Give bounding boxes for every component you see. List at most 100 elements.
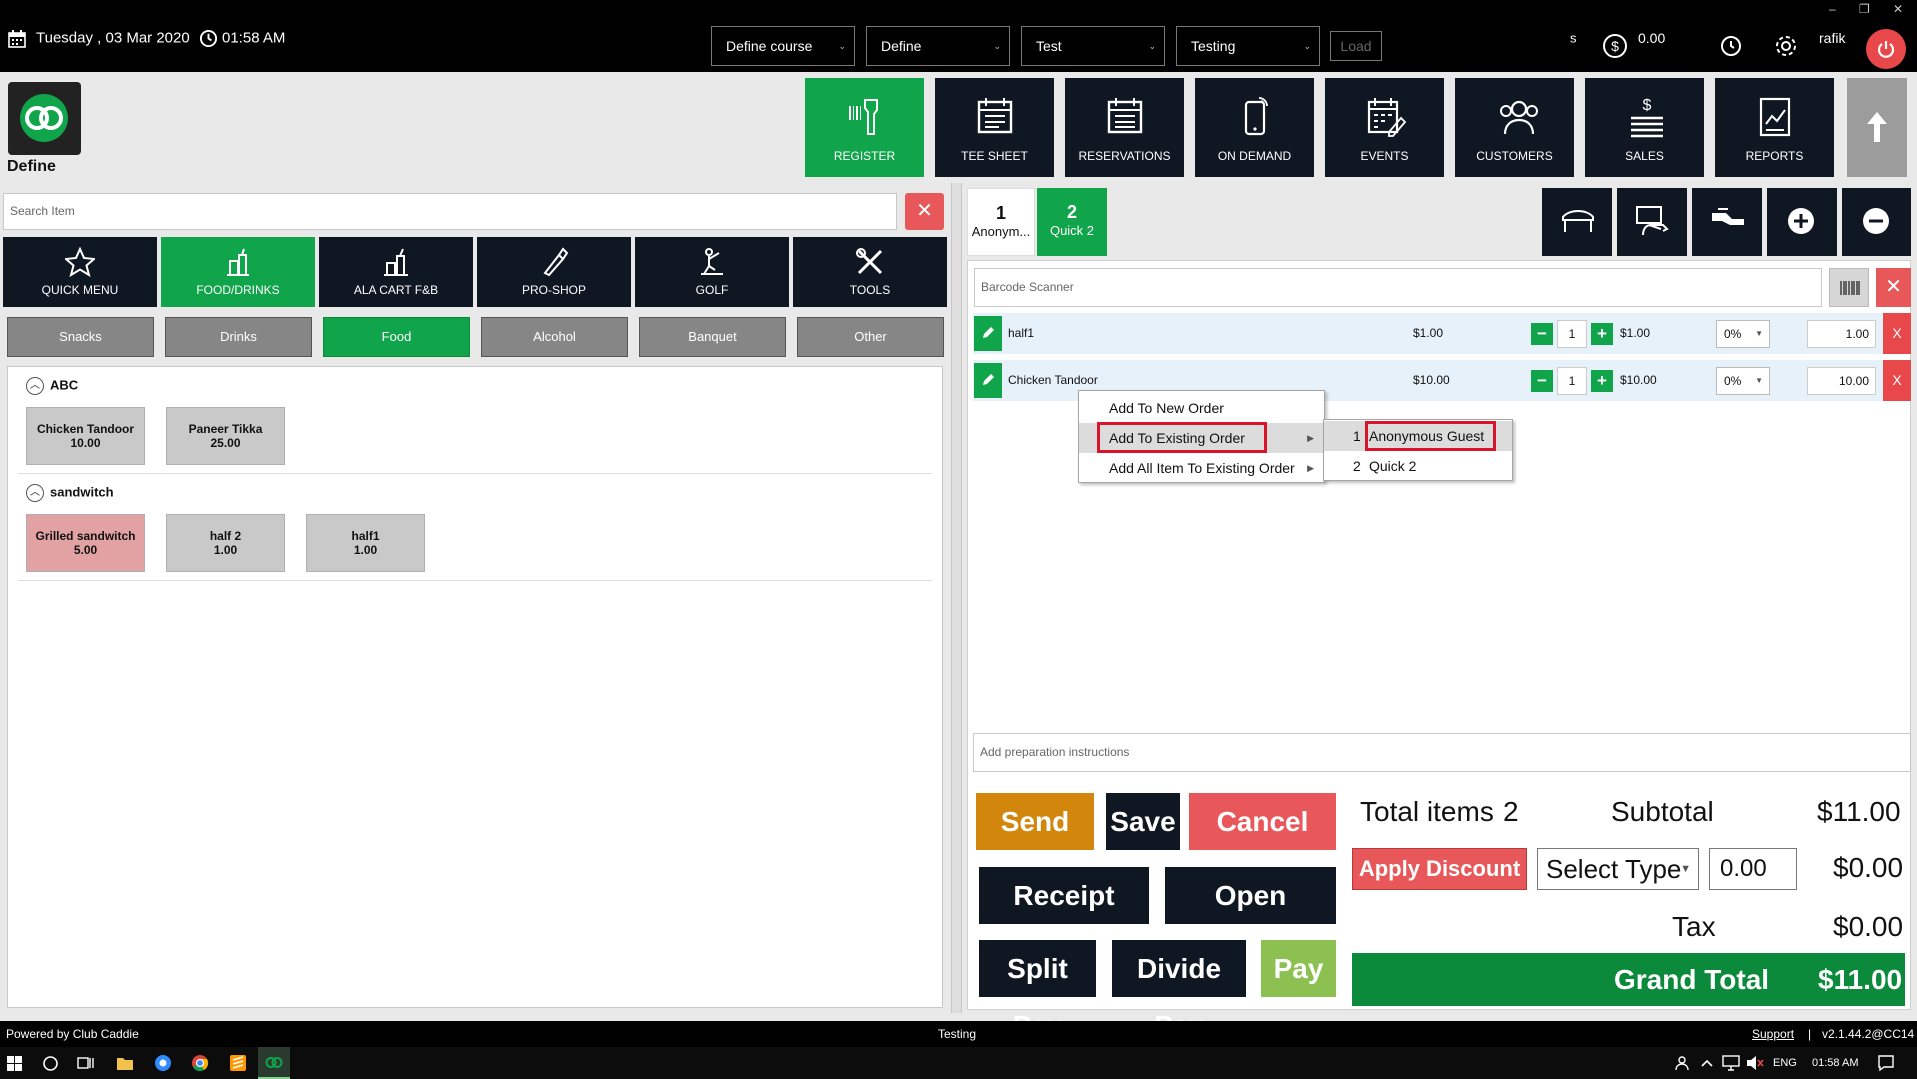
notification-icon[interactable] xyxy=(1878,1055,1894,1071)
table-button[interactable] xyxy=(1542,188,1612,256)
nav-on-demand[interactable]: ON DEMAND xyxy=(1195,78,1314,177)
nav-tee-sheet[interactable]: TEE SHEET xyxy=(935,78,1054,177)
nav-sales[interactable]: $ SALES xyxy=(1585,78,1704,177)
restore-button[interactable]: ❐ xyxy=(1859,2,1870,16)
nav-events[interactable]: EVENTS xyxy=(1325,78,1444,177)
browser-icon[interactable] xyxy=(154,1054,172,1072)
nav-reports[interactable]: REPORTS xyxy=(1715,78,1834,177)
category-ala-cart[interactable]: ALA CART F&B xyxy=(319,237,473,307)
delete-line-button[interactable]: X xyxy=(1883,313,1911,354)
barcode-button[interactable] xyxy=(1829,268,1869,307)
edit-line-button[interactable] xyxy=(974,363,1002,398)
subcategory-drinks[interactable]: Drinks xyxy=(165,317,312,357)
delete-line-button[interactable]: X xyxy=(1883,360,1911,401)
subcategory-alcohol[interactable]: Alcohol xyxy=(481,317,628,357)
load-button[interactable]: Load xyxy=(1330,31,1382,61)
item-half-2[interactable]: half 2 1.00 xyxy=(166,514,285,572)
discount-value-input[interactable]: 0.00 xyxy=(1709,848,1797,890)
order-tab-1[interactable]: 1 Anonym... xyxy=(967,188,1035,256)
order-line[interactable]: half1 $1.00 − 1 + $1.00 0% ▼ 1.00 X xyxy=(973,313,1911,354)
user-name[interactable]: rafik xyxy=(1819,30,1845,46)
group-header-abc[interactable]: ︿ ABC xyxy=(26,377,78,395)
power-button[interactable] xyxy=(1866,29,1906,69)
search-clear-button[interactable]: ✕ xyxy=(905,193,944,230)
subcategory-banquet[interactable]: Banquet xyxy=(639,317,786,357)
subcategory-snacks[interactable]: Snacks xyxy=(7,317,154,357)
qty-increase-button[interactable]: + xyxy=(1591,323,1613,345)
preparation-input[interactable]: Add preparation instructions xyxy=(973,733,1911,772)
remove-order-button[interactable] xyxy=(1842,188,1911,256)
category-golf[interactable]: GOLF xyxy=(635,237,789,307)
nav-customers[interactable]: CUSTOMERS xyxy=(1455,78,1574,177)
subcategory-food[interactable]: Food xyxy=(323,317,470,357)
cancel-button[interactable]: Cancel xyxy=(1189,793,1336,850)
group-header-sandwitch[interactable]: ︿ sandwitch xyxy=(26,484,114,502)
open-button[interactable]: Open xyxy=(1165,867,1336,924)
hand-pay-button[interactable] xyxy=(1617,188,1687,256)
close-window-button[interactable]: ✕ xyxy=(1893,2,1903,16)
search-input[interactable]: Search Item xyxy=(3,193,897,230)
chevron-up-icon[interactable]: ︿ xyxy=(26,377,44,395)
folder-icon[interactable] xyxy=(116,1055,134,1071)
submenu-order-2[interactable]: 2 Quick 2 xyxy=(1324,451,1512,481)
define-select[interactable]: Define ⌄ xyxy=(866,26,1010,66)
edit-line-button[interactable] xyxy=(974,316,1002,351)
qty-input[interactable]: 1 xyxy=(1557,320,1587,348)
qty-input[interactable]: 1 xyxy=(1557,367,1587,395)
line-amount-input[interactable]: 10.00 xyxy=(1807,367,1876,395)
test-select[interactable]: Test ⌄ xyxy=(1021,26,1165,66)
volume-mute-icon[interactable] xyxy=(1746,1055,1764,1071)
hand-over-button[interactable] xyxy=(1692,188,1762,256)
category-tools[interactable]: TOOLS xyxy=(793,237,947,307)
line-amount-input[interactable]: 1.00 xyxy=(1807,320,1876,348)
search-icon[interactable] xyxy=(42,1055,59,1072)
divide-pay-button[interactable]: Divide Pay xyxy=(1112,940,1246,1041)
qty-decrease-button[interactable]: − xyxy=(1531,323,1553,345)
pay-button[interactable]: Pay xyxy=(1261,940,1336,997)
scroll-up-button[interactable] xyxy=(1847,78,1907,177)
order-tab-2[interactable]: 2 Quick 2 xyxy=(1037,188,1107,256)
people-icon[interactable] xyxy=(1674,1055,1690,1071)
add-order-button[interactable] xyxy=(1767,188,1837,256)
taskbar-clock[interactable]: 01:58 AM xyxy=(1812,1057,1858,1069)
chevron-up-icon[interactable] xyxy=(1700,1056,1714,1070)
taskbar-club-caddie[interactable] xyxy=(258,1047,290,1079)
history-clock-icon[interactable] xyxy=(1720,35,1742,57)
line-discount-select[interactable]: 0% ▼ xyxy=(1716,367,1770,395)
nav-register[interactable]: REGISTER xyxy=(805,78,924,177)
apply-discount-button[interactable]: Apply Discount xyxy=(1352,848,1527,890)
discount-type-select[interactable]: Select Type ▼ xyxy=(1537,848,1699,890)
menu-add-all-to-existing-order[interactable]: Add All Item To Existing Order ▶ xyxy=(1079,453,1324,483)
network-icon[interactable] xyxy=(1722,1055,1740,1071)
testing-select[interactable]: Testing ⌄ xyxy=(1176,26,1320,66)
dollar-icon[interactable]: $ xyxy=(1602,33,1628,59)
qty-decrease-button[interactable]: − xyxy=(1531,370,1553,392)
line-discount-select[interactable]: 0% ▼ xyxy=(1716,320,1770,348)
task-view-icon[interactable] xyxy=(77,1055,95,1072)
item-grilled-sandwitch[interactable]: Grilled sandwitch 5.00 xyxy=(26,514,145,572)
chrome-icon[interactable] xyxy=(191,1054,209,1072)
receipt-button[interactable]: Receipt xyxy=(979,867,1149,924)
save-button[interactable]: Save xyxy=(1106,793,1180,850)
category-food-drinks[interactable]: FOOD/DRINKS xyxy=(161,237,315,307)
category-quick-menu[interactable]: QUICK MENU xyxy=(3,237,157,307)
qty-increase-button[interactable]: + xyxy=(1591,370,1613,392)
item-half1[interactable]: half1 1.00 xyxy=(306,514,425,572)
course-select[interactable]: Define course ⌄ xyxy=(711,26,855,66)
language-indicator[interactable]: ENG xyxy=(1773,1057,1797,1069)
sublime-icon[interactable] xyxy=(229,1054,247,1072)
category-pro-shop[interactable]: PRO-SHOP xyxy=(477,237,631,307)
gear-icon[interactable] xyxy=(1773,33,1799,59)
barcode-clear-button[interactable]: ✕ xyxy=(1876,268,1911,307)
item-paneer-tikka[interactable]: Paneer Tikka 25.00 xyxy=(166,407,285,465)
subcategory-other[interactable]: Other xyxy=(797,317,944,357)
split-pay-button[interactable]: Split Pay xyxy=(979,940,1096,1041)
barcode-input[interactable]: Barcode Scanner xyxy=(974,268,1822,307)
menu-add-to-new-order[interactable]: Add To New Order xyxy=(1079,393,1324,423)
item-chicken-tandoor[interactable]: Chicken Tandoor 10.00 xyxy=(26,407,145,465)
send-button[interactable]: Send xyxy=(976,793,1094,850)
panel-splitter[interactable] xyxy=(951,183,962,1013)
nav-reservations[interactable]: RESERVATIONS xyxy=(1065,78,1184,177)
minimize-button[interactable]: – xyxy=(1829,2,1836,16)
chevron-up-icon[interactable]: ︿ xyxy=(26,484,44,502)
